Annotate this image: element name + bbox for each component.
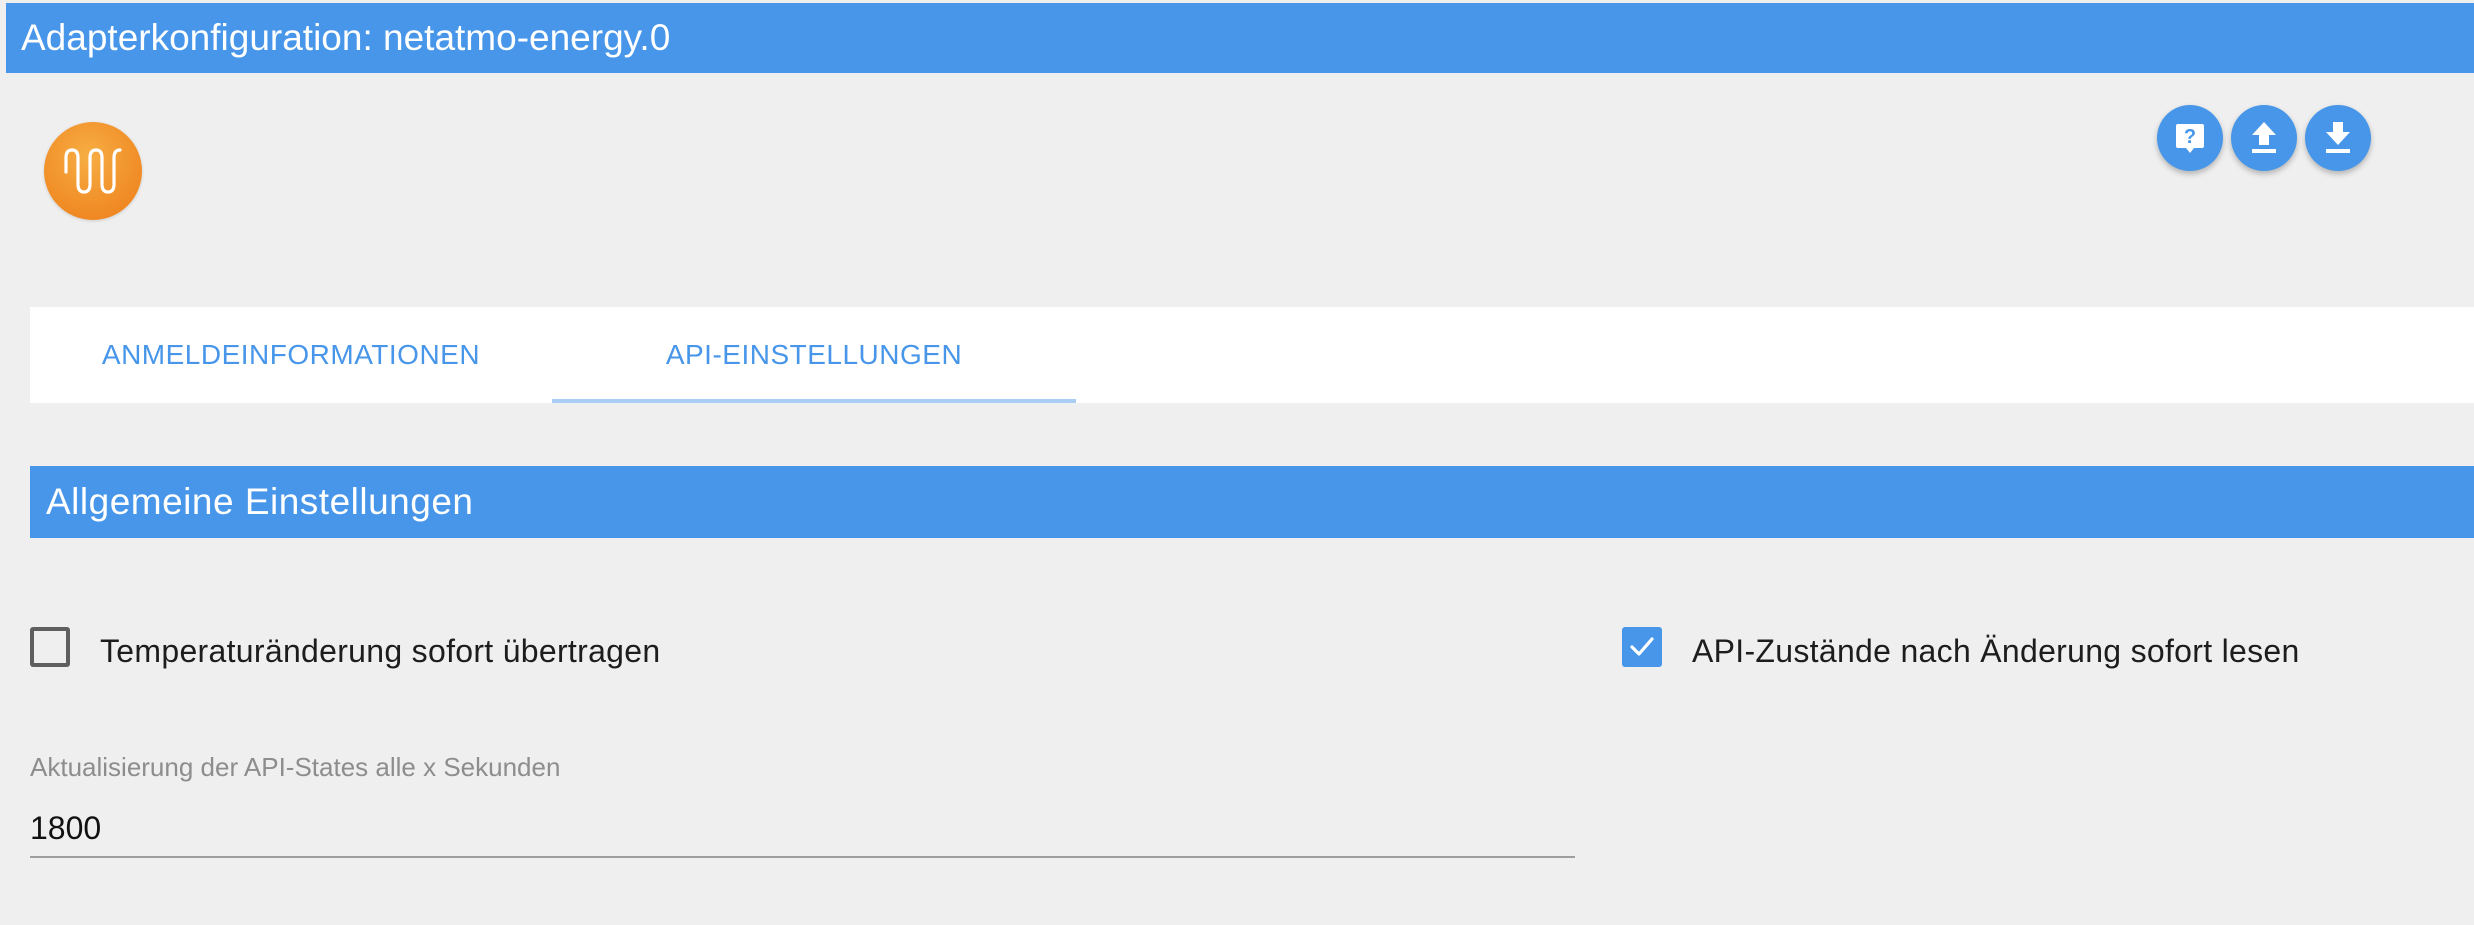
adapter-logo xyxy=(44,122,142,220)
api-states-checkbox[interactable] xyxy=(1622,627,1662,667)
heating-wave-icon xyxy=(64,148,122,194)
active-tab-indicator xyxy=(552,399,1076,403)
tab-bar: ANMELDEINFORMATIONEN API-EINSTELLUNGEN xyxy=(30,307,2474,403)
window-title-bar: Adapterkonfiguration: netatmo-energy.0 xyxy=(6,3,2474,73)
download-icon xyxy=(2326,122,2350,153)
download-button[interactable] xyxy=(2305,105,2371,171)
refresh-interval-label: Aktualisierung der API-States alle x Sek… xyxy=(30,752,561,782)
section-title: Allgemeine Einstellungen xyxy=(46,481,474,522)
api-states-label[interactable]: API-Zustände nach Änderung sofort lesen xyxy=(1692,631,2300,671)
temperature-change-label[interactable]: Temperaturänderung sofort übertragen xyxy=(100,631,660,671)
tab-anmeldeinformationen[interactable]: ANMELDEINFORMATIONEN xyxy=(30,307,552,403)
help-icon: ? xyxy=(2176,124,2204,153)
help-button[interactable]: ? xyxy=(2157,105,2223,171)
temperature-change-checkbox[interactable] xyxy=(30,627,70,667)
upload-button[interactable] xyxy=(2231,105,2297,171)
window-title: Adapterkonfiguration: netatmo-energy.0 xyxy=(21,17,671,58)
refresh-interval-input[interactable] xyxy=(30,800,1575,858)
upload-icon xyxy=(2252,122,2276,153)
tab-api-einstellungen[interactable]: API-EINSTELLUNGEN xyxy=(552,307,1076,403)
checkmark-icon xyxy=(1630,637,1654,656)
svg-text:?: ? xyxy=(2184,126,2196,148)
section-header: Allgemeine Einstellungen xyxy=(30,466,2474,538)
